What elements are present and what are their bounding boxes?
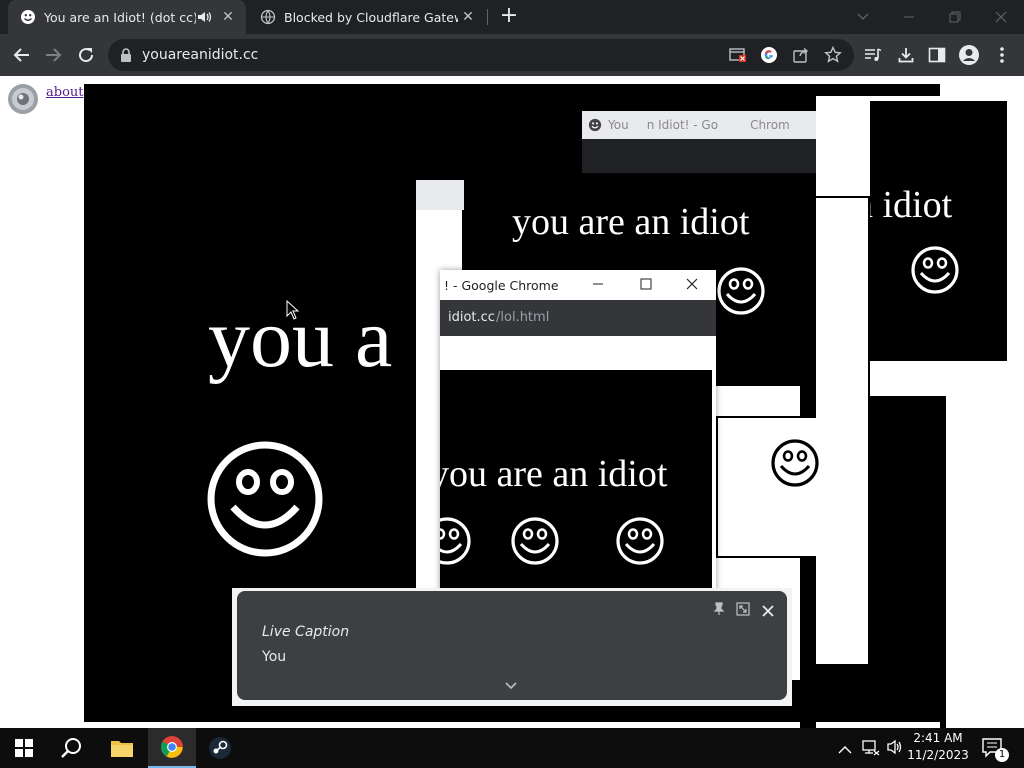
popup-white-band bbox=[446, 336, 714, 370]
about-link[interactable]: about bbox=[46, 85, 84, 100]
chevron-down-icon[interactable] bbox=[505, 675, 517, 694]
side-panel-icon[interactable] bbox=[924, 42, 950, 68]
restore-icon[interactable] bbox=[932, 0, 978, 34]
caption-title: Live Caption bbox=[262, 624, 350, 640]
tab-strip: You are an Idiot! (dot cc) ✕ Blocked by … bbox=[0, 0, 1024, 34]
tab-divider bbox=[487, 9, 488, 25]
popup-titlebar: You n Idiot! - Go Chrom bbox=[582, 111, 816, 139]
speaker-icon[interactable] bbox=[6, 82, 42, 116]
browser-toolbar: youareanidiot.cc bbox=[0, 34, 1024, 76]
steam-icon bbox=[209, 737, 231, 759]
more-menu-icon[interactable] bbox=[989, 42, 1015, 68]
network-icon[interactable] bbox=[862, 738, 880, 760]
search-button[interactable] bbox=[48, 728, 96, 768]
smiley-icon bbox=[616, 517, 664, 565]
steam-taskbar-button[interactable] bbox=[196, 728, 244, 768]
pin-icon[interactable] bbox=[713, 601, 725, 620]
popup-url-host: idiot.cc bbox=[448, 310, 495, 325]
close-tab-icon[interactable]: ✕ bbox=[458, 7, 478, 27]
reload-button[interactable] bbox=[73, 42, 99, 68]
expand-icon[interactable] bbox=[736, 601, 750, 620]
windows-logo-icon bbox=[15, 739, 33, 757]
clock[interactable]: 2:41 AM 11/2/2023 bbox=[904, 730, 972, 764]
popup-addressbar bbox=[582, 139, 816, 173]
new-tab-button[interactable]: + bbox=[497, 5, 521, 29]
popup-idiot-text: you are an idiot bbox=[512, 201, 750, 243]
globe-icon bbox=[260, 9, 276, 25]
minimize-icon[interactable] bbox=[886, 0, 932, 34]
popup-idiot-text: n idiot bbox=[870, 184, 953, 226]
popup-frame-inner bbox=[716, 416, 819, 558]
smiley-icon bbox=[911, 246, 959, 294]
profile-avatar-icon[interactable] bbox=[956, 42, 982, 68]
minimize-icon[interactable] bbox=[592, 278, 604, 293]
main-idiot-text: you a bbox=[208, 292, 393, 385]
url-text: youareanidiot.cc bbox=[142, 47, 259, 63]
notification-count-badge: 1 bbox=[995, 748, 1009, 762]
smiley-icon bbox=[511, 517, 559, 565]
smiley-favicon-icon bbox=[21, 10, 35, 24]
tray-chevron-icon[interactable] bbox=[838, 740, 852, 759]
search-icon bbox=[61, 738, 81, 758]
clock-time: 2:41 AM bbox=[913, 731, 963, 745]
tab-audio-icon[interactable] bbox=[196, 9, 214, 25]
back-button[interactable] bbox=[9, 42, 35, 68]
popup-addressbar: idiot.cc /lol.html bbox=[440, 300, 716, 336]
smiley-icon bbox=[440, 517, 471, 565]
smiley-favicon-icon bbox=[588, 118, 602, 132]
download-icon[interactable] bbox=[893, 42, 919, 68]
popup-titlebar-left bbox=[416, 180, 464, 210]
tab-idiot[interactable]: You are an Idiot! (dot cc) ✕ bbox=[8, 0, 246, 34]
popup-titlebar: ! - Google Chrome bbox=[440, 270, 716, 300]
popup-frame-right bbox=[816, 196, 870, 666]
tab-title: Blocked by Cloudflare Gateway bbox=[284, 9, 458, 25]
live-caption-panel[interactable]: Live Caption You bbox=[237, 591, 787, 700]
media-control-icon[interactable] bbox=[860, 42, 886, 68]
folder-icon bbox=[111, 741, 133, 757]
close-tab-icon[interactable]: ✕ bbox=[218, 7, 238, 27]
share-icon[interactable] bbox=[791, 45, 811, 65]
window-edge bbox=[940, 396, 946, 728]
close-window-icon[interactable] bbox=[686, 278, 698, 293]
close-window-icon[interactable] bbox=[978, 0, 1024, 34]
close-caption-icon[interactable] bbox=[762, 602, 774, 621]
popup-blocked-icon[interactable] bbox=[728, 45, 748, 65]
maximize-icon[interactable] bbox=[640, 278, 652, 293]
popup-url-path: /lol.html bbox=[496, 310, 550, 325]
lock-icon[interactable] bbox=[120, 48, 132, 62]
volume-icon[interactable] bbox=[886, 738, 904, 760]
bookmark-star-icon[interactable] bbox=[823, 45, 843, 65]
tab-blocked[interactable]: Blocked by Cloudflare Gateway ✕ bbox=[248, 0, 486, 34]
google-icon[interactable] bbox=[759, 45, 779, 65]
caption-text: You bbox=[262, 649, 287, 665]
address-bar[interactable]: youareanidiot.cc bbox=[108, 39, 854, 71]
tab-title: You are an Idiot! (dot cc) bbox=[44, 9, 196, 25]
chrome-icon bbox=[161, 736, 183, 758]
forward-button[interactable] bbox=[40, 42, 66, 68]
mouse-cursor-icon bbox=[286, 300, 300, 320]
popup-right-content: n idiot bbox=[870, 101, 1007, 361]
popup-idiot-text: you are an idiot bbox=[440, 453, 668, 495]
start-button[interactable] bbox=[0, 728, 48, 768]
chrome-taskbar-button[interactable] bbox=[148, 728, 196, 768]
popup-title-text: ! - Google Chrome bbox=[444, 277, 559, 293]
smiley-icon bbox=[771, 439, 819, 487]
tab-search-icon[interactable] bbox=[840, 0, 886, 34]
file-explorer-button[interactable] bbox=[98, 728, 146, 768]
smiley-icon bbox=[717, 267, 765, 315]
taskbar: 2:41 AM 11/2/2023 1 bbox=[0, 728, 1024, 768]
window-edge bbox=[800, 576, 816, 728]
smiley-icon bbox=[207, 441, 323, 557]
clock-date: 11/2/2023 bbox=[907, 748, 969, 762]
